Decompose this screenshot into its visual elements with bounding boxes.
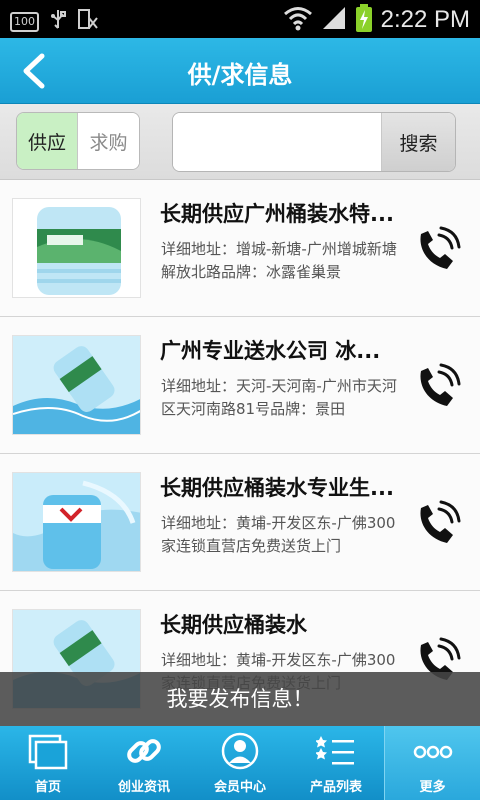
- phone-icon[interactable]: [412, 499, 462, 549]
- list-item[interactable]: 长期供应广州桶装水特... 详细地址：增城-新塘-广州增城新塘解放北路品牌：冰露…: [0, 180, 480, 317]
- more-icon: [413, 745, 453, 759]
- tab-product-list[interactable]: 产品列表: [288, 726, 384, 800]
- page-title: 供/求信息: [187, 61, 293, 89]
- item-description: 详细地址：天河-天河南-广州市天河区天河南路81号品牌：景田: [161, 377, 397, 418]
- signal-icon: [321, 5, 347, 35]
- filter-bar: 供应 求购 搜索: [0, 104, 480, 180]
- item-title: 长期供应广州桶装水特...: [160, 202, 394, 226]
- bottom-tab-bar: 首页 创业资讯 会员中心 产品列表 更多: [0, 726, 480, 800]
- tab-label: 更多: [419, 780, 446, 795]
- status-bar: 100 2:22 PM: [0, 0, 480, 38]
- user-icon: [221, 732, 259, 770]
- windows-icon: [28, 734, 68, 770]
- tab-business-news[interactable]: 创业资讯: [96, 726, 192, 800]
- tab-label: 首页: [34, 780, 61, 795]
- tab-label: 创业资讯: [117, 780, 170, 795]
- supply-demand-toggle: 供应 求购: [16, 112, 140, 170]
- tab-member-center[interactable]: 会员中心: [192, 726, 288, 800]
- list-item[interactable]: 广州专业送水公司 冰... 详细地址：天河-天河南-广州市天河区天河南路81号品…: [0, 317, 480, 454]
- battery-level-icon: 100: [10, 12, 39, 32]
- search-box: 搜索: [172, 112, 456, 172]
- clock: 2:22 PM: [380, 6, 470, 33]
- bottled-water-image: [12, 472, 141, 572]
- bottled-water-image: [12, 198, 141, 298]
- phone-icon[interactable]: [412, 225, 462, 275]
- tab-demand[interactable]: 求购: [78, 113, 139, 169]
- battery-charging-icon: [355, 4, 373, 36]
- search-input[interactable]: [173, 113, 381, 171]
- title-bar: 供/求信息: [0, 38, 480, 104]
- publish-info-button[interactable]: 我要发布信息！: [0, 672, 480, 726]
- debug-icon: [77, 8, 99, 36]
- search-button[interactable]: 搜索: [381, 113, 455, 171]
- bottled-water-image: [12, 335, 141, 435]
- tab-supply[interactable]: 供应: [17, 113, 79, 169]
- item-title: 长期供应桶装水: [160, 613, 307, 637]
- tab-label: 会员中心: [213, 780, 266, 795]
- list-icon: [316, 736, 354, 765]
- tab-label: 产品列表: [309, 780, 362, 795]
- list-item[interactable]: 长期供应桶装水专业生... 详细地址：黄埔-开发区东-广佛300家连锁直营店免费…: [0, 454, 480, 591]
- item-description: 详细地址：黄埔-开发区东-广佛300家连锁直营店免费送货上门: [161, 514, 396, 555]
- link-icon: [127, 739, 161, 763]
- usb-icon: [49, 8, 67, 36]
- tab-home[interactable]: 首页: [0, 726, 96, 800]
- phone-icon[interactable]: [412, 362, 462, 412]
- item-title: 广州专业送水公司 冰...: [160, 339, 381, 363]
- item-title: 长期供应桶装水专业生...: [160, 476, 394, 500]
- item-description: 详细地址：增城-新塘-广州增城新塘解放北路品牌：冰露雀巢景: [161, 240, 397, 281]
- supply-list: 长期供应广州桶装水特... 详细地址：增城-新塘-广州增城新塘解放北路品牌：冰露…: [0, 180, 480, 728]
- wifi-icon: [283, 5, 313, 35]
- tab-more[interactable]: 更多: [384, 726, 480, 800]
